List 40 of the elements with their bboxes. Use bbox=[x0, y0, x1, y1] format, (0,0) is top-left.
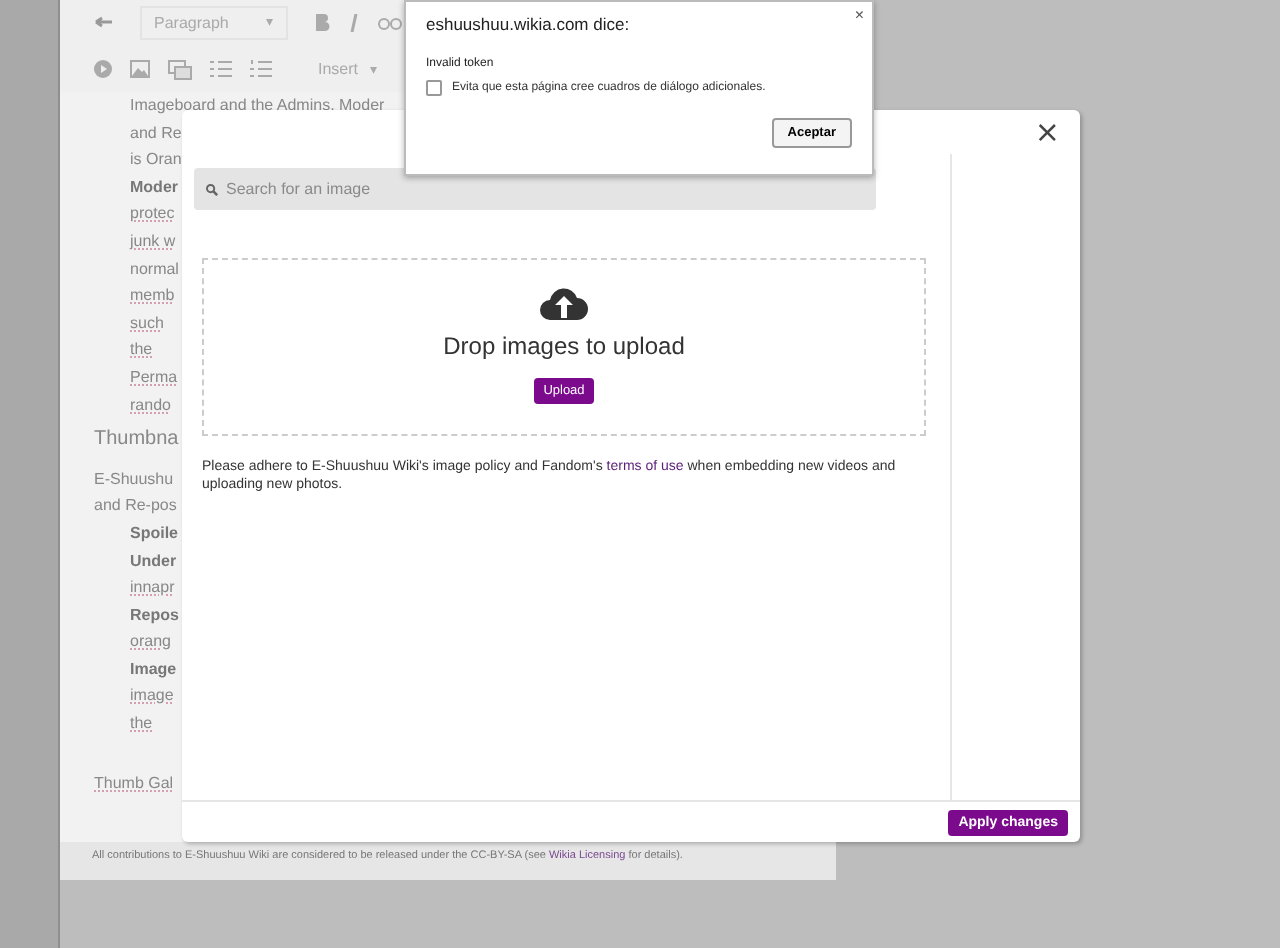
paragraph-text: and Re-pos bbox=[94, 494, 177, 519]
list-item-title: Repos bbox=[130, 603, 179, 628]
link-text[interactable]: such bbox=[130, 309, 164, 337]
list-item-title: Under bbox=[130, 549, 177, 573]
checkbox[interactable] bbox=[426, 80, 442, 96]
link-text[interactable]: the bbox=[130, 710, 153, 738]
link-icon[interactable] bbox=[378, 17, 402, 29]
italic-icon[interactable] bbox=[348, 14, 360, 32]
alert-title: eshuushuu.wikia.com dice: bbox=[426, 14, 632, 34]
list-item-title: Image bbox=[130, 657, 177, 682]
bullet-list-icon[interactable] bbox=[210, 60, 232, 78]
list-item-title: Moder bbox=[130, 175, 178, 200]
link-text[interactable]: innapr bbox=[130, 574, 175, 602]
cloud-upload-icon bbox=[540, 284, 588, 320]
link-text[interactable]: protec bbox=[130, 200, 175, 228]
link-text[interactable]: memb bbox=[130, 282, 175, 310]
search-icon bbox=[206, 184, 218, 196]
link-text[interactable]: Perma bbox=[130, 363, 178, 392]
video-icon[interactable] bbox=[94, 60, 112, 78]
close-button[interactable]: × bbox=[854, 6, 864, 24]
paragraph-text: Imageboard and the Admins, Moder bbox=[130, 94, 385, 118]
link-text[interactable]: Thumb Gal bbox=[94, 769, 174, 797]
list-item-text: normal bbox=[130, 257, 179, 282]
section-heading: Thumbna bbox=[94, 426, 179, 454]
numbered-list-icon[interactable] bbox=[250, 60, 272, 78]
link-text[interactable]: the bbox=[130, 336, 153, 364]
drop-instructions: Drop images to upload bbox=[443, 332, 685, 360]
link-text[interactable]: orang bbox=[130, 628, 171, 656]
bold-icon[interactable] bbox=[314, 14, 330, 32]
link-text[interactable]: junk w bbox=[130, 227, 176, 256]
undo-icon[interactable] bbox=[94, 16, 114, 30]
paragraph-text: E-Shuushu bbox=[94, 467, 174, 492]
list-item-title: Spoile bbox=[130, 521, 179, 546]
gallery-icon[interactable] bbox=[168, 59, 192, 79]
paragraph-text: is Oran bbox=[130, 148, 182, 173]
link-text[interactable]: rando bbox=[130, 391, 171, 419]
link-text[interactable]: image bbox=[130, 682, 174, 711]
paragraph-text: and Re bbox=[130, 121, 182, 146]
close-button[interactable]: × bbox=[1026, 117, 1068, 147]
image-icon[interactable] bbox=[130, 60, 150, 78]
